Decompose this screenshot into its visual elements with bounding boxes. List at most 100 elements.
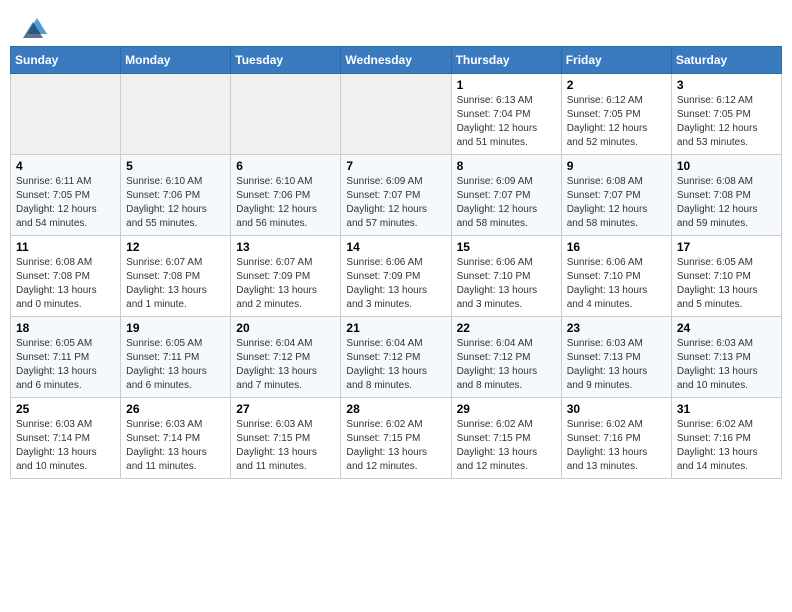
day-number: 1 <box>457 78 556 92</box>
day-info: Sunrise: 6:07 AM Sunset: 7:08 PM Dayligh… <box>126 256 225 312</box>
calendar-cell: 17 Sunrise: 6:05 AM Sunset: 7:10 PM Dayli… <box>671 236 781 317</box>
day-number: 12 <box>126 240 225 254</box>
calendar-cell: 26 Sunrise: 6:03 AM Sunset: 7:14 PM Dayli… <box>121 398 231 479</box>
page-header <box>0 0 792 46</box>
day-number: 26 <box>126 402 225 416</box>
day-number: 30 <box>567 402 666 416</box>
day-info: Sunrise: 6:03 AM Sunset: 7:14 PM Dayligh… <box>126 418 225 474</box>
calendar-cell: 7Sunrise: 6:09 AM Sunset: 7:07 PM Daylig… <box>341 155 451 236</box>
day-info: Sunrise: 6:02 AM Sunset: 7:15 PM Dayligh… <box>346 418 445 474</box>
day-number: 16 <box>567 240 666 254</box>
calendar-cell: 4 Sunrise: 6:11 AM Sunset: 7:05 PM Daylig… <box>11 155 121 236</box>
day-info: Sunrise: 6:04 AM Sunset: 7:12 PM Dayligh… <box>236 337 335 393</box>
day-number: 20 <box>236 321 335 335</box>
day-info: Sunrise: 6:08 AM Sunset: 7:08 PM Dayligh… <box>677 175 776 231</box>
calendar-cell: 3 Sunrise: 6:12 AM Sunset: 7:05 PM Daylig… <box>671 74 781 155</box>
calendar-cell: 9Sunrise: 6:08 AM Sunset: 7:07 PM Daylig… <box>561 155 671 236</box>
day-of-week-header: Friday <box>561 47 671 74</box>
day-of-week-header: Thursday <box>451 47 561 74</box>
calendar-header-row: SundayMondayTuesdayWednesdayThursdayFrid… <box>11 47 782 74</box>
day-of-week-header: Saturday <box>671 47 781 74</box>
day-number: 28 <box>346 402 445 416</box>
day-number: 17 <box>677 240 776 254</box>
day-number: 19 <box>126 321 225 335</box>
calendar-cell <box>11 74 121 155</box>
day-info: Sunrise: 6:08 AM Sunset: 7:07 PM Dayligh… <box>567 175 666 231</box>
day-number: 13 <box>236 240 335 254</box>
day-info: Sunrise: 6:06 AM Sunset: 7:10 PM Dayligh… <box>567 256 666 312</box>
day-of-week-header: Wednesday <box>341 47 451 74</box>
logo <box>20 16 51 38</box>
day-info: Sunrise: 6:05 AM Sunset: 7:10 PM Dayligh… <box>677 256 776 312</box>
day-info: Sunrise: 6:10 AM Sunset: 7:06 PM Dayligh… <box>126 175 225 231</box>
calendar-cell: 30 Sunrise: 6:02 AM Sunset: 7:16 PM Dayli… <box>561 398 671 479</box>
day-info: Sunrise: 6:11 AM Sunset: 7:05 PM Dayligh… <box>16 175 115 231</box>
calendar-cell: 10 Sunrise: 6:08 AM Sunset: 7:08 PM Dayli… <box>671 155 781 236</box>
day-info: Sunrise: 6:03 AM Sunset: 7:13 PM Dayligh… <box>677 337 776 393</box>
calendar-cell: 5 Sunrise: 6:10 AM Sunset: 7:06 PM Daylig… <box>121 155 231 236</box>
day-number: 23 <box>567 321 666 335</box>
calendar-cell: 11 Sunrise: 6:08 AM Sunset: 7:08 PM Dayli… <box>11 236 121 317</box>
day-number: 7 <box>346 159 445 173</box>
calendar-cell: 18 Sunrise: 6:05 AM Sunset: 7:11 PM Dayli… <box>11 317 121 398</box>
calendar-cell: 14 Sunrise: 6:06 AM Sunset: 7:09 PM Dayli… <box>341 236 451 317</box>
day-of-week-header: Sunday <box>11 47 121 74</box>
calendar-cell: 15Sunrise: 6:06 AM Sunset: 7:10 PM Dayli… <box>451 236 561 317</box>
calendar-cell: 1 Sunrise: 6:13 AM Sunset: 7:04 PM Daylig… <box>451 74 561 155</box>
day-info: Sunrise: 6:03 AM Sunset: 7:14 PM Dayligh… <box>16 418 115 474</box>
day-number: 21 <box>346 321 445 335</box>
calendar-cell: 6Sunrise: 6:10 AM Sunset: 7:06 PM Daylig… <box>231 155 341 236</box>
day-info: Sunrise: 6:02 AM Sunset: 7:16 PM Dayligh… <box>567 418 666 474</box>
calendar-cell: 25 Sunrise: 6:03 AM Sunset: 7:14 PM Dayli… <box>11 398 121 479</box>
calendar-cell: 19 Sunrise: 6:05 AM Sunset: 7:11 PM Dayli… <box>121 317 231 398</box>
day-number: 3 <box>677 78 776 92</box>
logo-icon <box>23 14 51 38</box>
day-of-week-header: Monday <box>121 47 231 74</box>
day-info: Sunrise: 6:02 AM Sunset: 7:15 PM Dayligh… <box>457 418 556 474</box>
day-number: 14 <box>346 240 445 254</box>
calendar-cell <box>231 74 341 155</box>
day-info: Sunrise: 6:05 AM Sunset: 7:11 PM Dayligh… <box>126 337 225 393</box>
day-info: Sunrise: 6:06 AM Sunset: 7:10 PM Dayligh… <box>457 256 556 312</box>
calendar-cell: 22Sunrise: 6:04 AM Sunset: 7:12 PM Dayli… <box>451 317 561 398</box>
day-info: Sunrise: 6:08 AM Sunset: 7:08 PM Dayligh… <box>16 256 115 312</box>
day-info: Sunrise: 6:12 AM Sunset: 7:05 PM Dayligh… <box>567 94 666 150</box>
calendar-cell: 27 Sunrise: 6:03 AM Sunset: 7:15 PM Dayli… <box>231 398 341 479</box>
day-number: 24 <box>677 321 776 335</box>
calendar-week-row: 11 Sunrise: 6:08 AM Sunset: 7:08 PM Dayli… <box>11 236 782 317</box>
day-number: 11 <box>16 240 115 254</box>
day-info: Sunrise: 6:09 AM Sunset: 7:07 PM Dayligh… <box>457 175 556 231</box>
day-number: 4 <box>16 159 115 173</box>
calendar-week-row: 1 Sunrise: 6:13 AM Sunset: 7:04 PM Daylig… <box>11 74 782 155</box>
calendar-cell: 23 Sunrise: 6:03 AM Sunset: 7:13 PM Dayli… <box>561 317 671 398</box>
day-info: Sunrise: 6:03 AM Sunset: 7:13 PM Dayligh… <box>567 337 666 393</box>
day-info: Sunrise: 6:06 AM Sunset: 7:09 PM Dayligh… <box>346 256 445 312</box>
calendar-cell: 28 Sunrise: 6:02 AM Sunset: 7:15 PM Dayli… <box>341 398 451 479</box>
day-info: Sunrise: 6:07 AM Sunset: 7:09 PM Dayligh… <box>236 256 335 312</box>
calendar-cell <box>341 74 451 155</box>
day-number: 31 <box>677 402 776 416</box>
calendar-week-row: 18 Sunrise: 6:05 AM Sunset: 7:11 PM Dayli… <box>11 317 782 398</box>
day-number: 5 <box>126 159 225 173</box>
day-number: 27 <box>236 402 335 416</box>
day-info: Sunrise: 6:10 AM Sunset: 7:06 PM Dayligh… <box>236 175 335 231</box>
calendar-cell: 8 Sunrise: 6:09 AM Sunset: 7:07 PM Daylig… <box>451 155 561 236</box>
day-number: 18 <box>16 321 115 335</box>
day-info: Sunrise: 6:12 AM Sunset: 7:05 PM Dayligh… <box>677 94 776 150</box>
day-info: Sunrise: 6:13 AM Sunset: 7:04 PM Dayligh… <box>457 94 556 150</box>
calendar-cell: 12 Sunrise: 6:07 AM Sunset: 7:08 PM Dayli… <box>121 236 231 317</box>
calendar-cell: 2Sunrise: 6:12 AM Sunset: 7:05 PM Daylig… <box>561 74 671 155</box>
calendar-table: SundayMondayTuesdayWednesdayThursdayFrid… <box>10 46 782 479</box>
calendar-cell: 31Sunrise: 6:02 AM Sunset: 7:16 PM Dayli… <box>671 398 781 479</box>
calendar-cell <box>121 74 231 155</box>
day-number: 8 <box>457 159 556 173</box>
calendar-week-row: 25 Sunrise: 6:03 AM Sunset: 7:14 PM Dayli… <box>11 398 782 479</box>
day-info: Sunrise: 6:05 AM Sunset: 7:11 PM Dayligh… <box>16 337 115 393</box>
day-number: 10 <box>677 159 776 173</box>
day-number: 25 <box>16 402 115 416</box>
day-number: 29 <box>457 402 556 416</box>
calendar-cell: 20 Sunrise: 6:04 AM Sunset: 7:12 PM Dayli… <box>231 317 341 398</box>
calendar-cell: 24 Sunrise: 6:03 AM Sunset: 7:13 PM Dayli… <box>671 317 781 398</box>
day-info: Sunrise: 6:03 AM Sunset: 7:15 PM Dayligh… <box>236 418 335 474</box>
calendar-week-row: 4 Sunrise: 6:11 AM Sunset: 7:05 PM Daylig… <box>11 155 782 236</box>
